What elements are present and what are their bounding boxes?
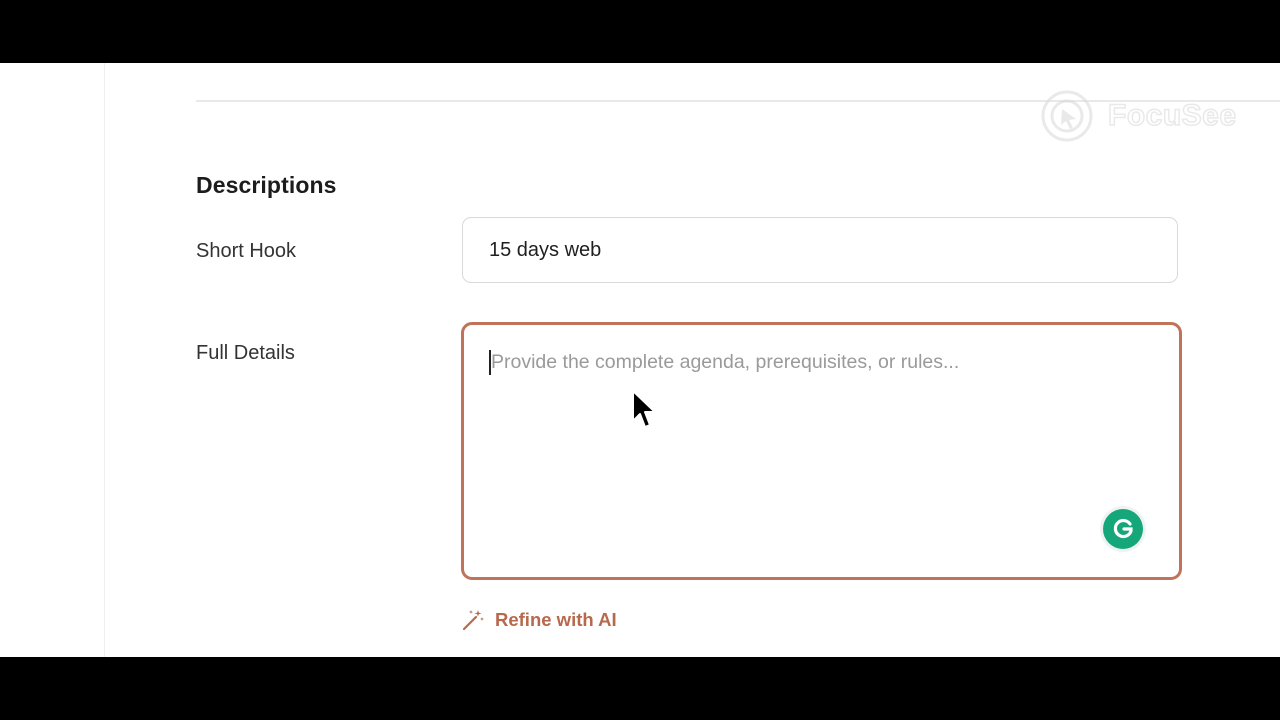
short-hook-input[interactable]: 15 days web (462, 217, 1178, 283)
grammarly-icon (1103, 509, 1143, 549)
short-hook-label: Short Hook (196, 240, 297, 262)
magic-wand-icon (462, 610, 484, 631)
full-details-label: Full Details (196, 342, 295, 364)
letterbox-top (0, 0, 1280, 63)
grammarly-button[interactable] (1100, 506, 1146, 552)
refine-with-ai-label: Refine with AI (495, 609, 617, 630)
refine-with-ai-button[interactable]: Refine with AI (461, 608, 617, 632)
watermark-brand: FocuSee (1107, 98, 1237, 133)
sidebar-divider (104, 63, 105, 657)
full-details-placeholder: Provide the complete agenda, prerequisit… (491, 351, 960, 373)
mouse-cursor-icon (632, 390, 656, 428)
short-hook-value: 15 days web (489, 238, 602, 261)
section-title: Descriptions (196, 172, 337, 198)
form-viewport: FocuSee Descriptions Short Hook 15 days … (0, 63, 1280, 657)
full-details-textarea[interactable]: Provide the complete agenda, prerequisit… (461, 322, 1182, 580)
focusee-logo-icon (1041, 90, 1093, 142)
focusee-watermark: FocuSee (1040, 89, 1237, 143)
letterbox-bottom (0, 657, 1280, 720)
